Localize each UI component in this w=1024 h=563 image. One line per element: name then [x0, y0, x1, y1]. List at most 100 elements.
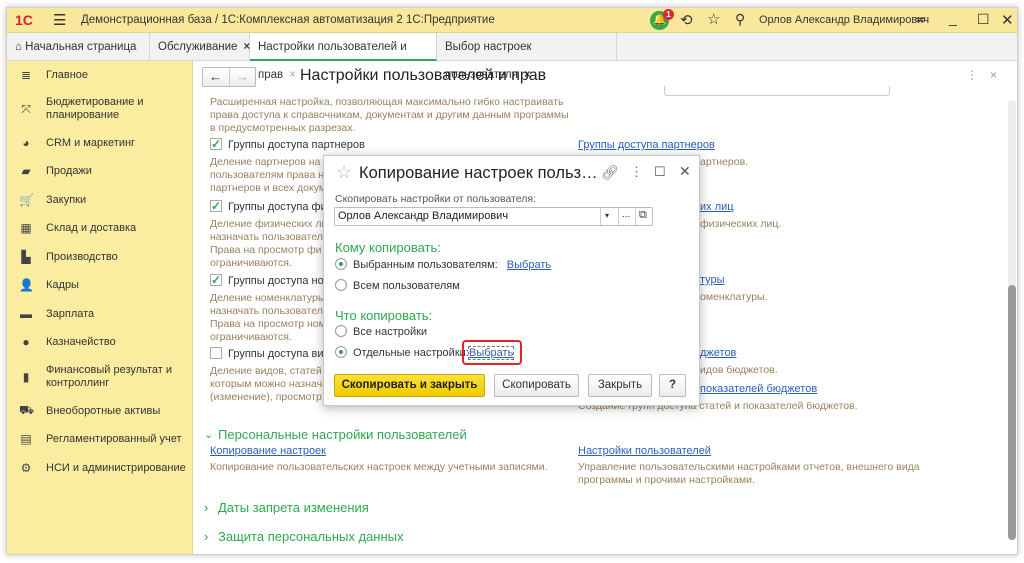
- access-group-desc: физических лиц.: [700, 218, 782, 230]
- group-description: которым можно назнача: [210, 378, 328, 390]
- checkbox-label: Группы доступа ном: [228, 275, 332, 287]
- main-menu-icon[interactable]: ☰: [53, 11, 66, 29]
- access-group-checkbox[interactable]: ✓ Группы доступа ном: [210, 274, 332, 287]
- menu-icon: ⚙: [20, 461, 32, 475]
- group-description: Права на просмотр фи: [210, 244, 322, 256]
- access-group-checkbox[interactable]: ✓ Группы доступа фи: [210, 200, 327, 213]
- link-icon[interactable]: 🔗︎: [601, 164, 619, 181]
- title-bar: 1С ☰ Демонстрационная база / 1С:Комплекс…: [7, 8, 1017, 33]
- checkbox[interactable]: ✓: [210, 138, 222, 151]
- radio-button[interactable]: [335, 325, 347, 338]
- divider: [635, 208, 636, 225]
- back-arrow-icon[interactable]: ←: [209, 69, 222, 84]
- sidebar-item-label: Казначейство: [46, 336, 116, 349]
- maximize-icon[interactable]: ☐: [977, 11, 990, 28]
- chevron-right-icon[interactable]: ›: [204, 500, 208, 515]
- sidebar-item[interactable]: ▮ Финансовый результат и контроллинг: [19, 364, 172, 390]
- sidebar-item[interactable]: ⚙ НСИ и администрирование: [19, 461, 186, 475]
- history-icon[interactable]: ⟲: [680, 11, 693, 29]
- sidebar-item-label: Кадры: [46, 279, 79, 292]
- settings-menu-icon[interactable]: ≂: [915, 11, 927, 28]
- current-user[interactable]: Орлов Александр Владимирович: [759, 14, 929, 26]
- more-menu-icon[interactable]: ⋮: [630, 164, 643, 180]
- access-group-checkbox[interactable]: Группы доступа вид: [210, 347, 330, 360]
- collapsed-section[interactable]: Защита персональных данных: [218, 529, 404, 544]
- user-settings-link[interactable]: Настройки пользователей: [578, 445, 711, 457]
- copy-and-close-button[interactable]: Скопировать и закрыть: [334, 374, 485, 397]
- select-users-link[interactable]: Выбрать: [507, 259, 551, 271]
- copy-settings-link[interactable]: Копирование настроек: [210, 445, 326, 457]
- tab-home[interactable]: ⌂ Начальная страница: [7, 33, 150, 61]
- section-personal-settings[interactable]: Персональные настройки пользователей: [218, 427, 467, 442]
- access-group-checkbox[interactable]: ✓ Группы доступа партнеров: [210, 138, 365, 151]
- close-dialog-icon[interactable]: ✕: [679, 163, 691, 180]
- home-icon: ⌂: [15, 41, 22, 53]
- scrollbar[interactable]: [1008, 100, 1016, 540]
- label: Зарплата: [46, 307, 95, 320]
- select-settings-link[interactable]: Выбрать: [467, 346, 515, 360]
- close-form-icon[interactable]: ×: [990, 68, 997, 82]
- sidebar-item[interactable]: ▤ Регламентированный учет: [19, 432, 181, 446]
- checkbox[interactable]: [210, 347, 222, 360]
- menu-icon: ≣: [20, 68, 32, 82]
- sidebar-item[interactable]: ⤧ Бюджетирование и планирование: [19, 96, 143, 122]
- scrollbar-thumb[interactable]: [1008, 285, 1016, 540]
- sidebar-item[interactable]: ▦ Склад и доставка: [19, 221, 136, 235]
- chevron-down-icon[interactable]: ⌄: [204, 428, 213, 441]
- search-icon[interactable]: ⚲: [735, 11, 745, 28]
- sidebar-item[interactable]: ▙ Производство: [19, 250, 117, 264]
- more-menu-icon[interactable]: ⋮: [966, 68, 978, 82]
- radio-all-users[interactable]: Всем пользователям: [335, 279, 460, 292]
- favorite-star-icon[interactable]: ☆: [336, 162, 352, 183]
- tab-select-settings[interactable]: Выбор настроек пользователя ×: [437, 33, 617, 81]
- radio-label: Все настройки: [353, 326, 428, 338]
- checkbox-label: Группы доступа партнеров: [228, 139, 365, 151]
- dropdown-arrow-icon[interactable]: ▾: [605, 211, 609, 220]
- radio-button[interactable]: [335, 346, 347, 359]
- menu-icon: ◕: [22, 136, 30, 150]
- radio-all-settings[interactable]: Все настройки: [335, 325, 428, 338]
- page-title: Настройки пользователей и прав: [300, 67, 547, 84]
- collapsed-section[interactable]: Даты запрета изменения: [218, 500, 369, 515]
- close-button[interactable]: Закрыть: [588, 374, 652, 397]
- sidebar-item[interactable]: ⛟ Внеоборотные активы: [19, 403, 160, 419]
- sidebar-item[interactable]: ● Казначейство: [19, 335, 116, 349]
- checkbox[interactable]: ✓: [210, 274, 222, 287]
- access-group-link[interactable]: джетов: [700, 347, 736, 359]
- checkbox[interactable]: ✓: [210, 200, 222, 213]
- help-button[interactable]: ?: [659, 374, 686, 397]
- access-group-desc: оменклатуры.: [700, 291, 768, 303]
- favorites-star-icon[interactable]: ☆: [707, 10, 720, 28]
- radio-selected-users[interactable]: Выбранным пользователям: Выбрать: [335, 258, 551, 271]
- minimize-icon[interactable]: _: [949, 10, 957, 26]
- group-description: Деление номенклатуры: [210, 292, 326, 304]
- access-groups-partners-link[interactable]: Группы доступа партнеров: [578, 139, 715, 151]
- access-group-link[interactable]: их лиц: [700, 201, 734, 213]
- sidebar-item[interactable]: ▰ Продажи: [19, 164, 92, 178]
- radio-some-settings[interactable]: Отдельные настройки:: [335, 346, 469, 359]
- maximize-icon[interactable]: ☐: [654, 164, 666, 180]
- sidebar-item-label: Финансовый результат и контроллинг: [46, 364, 172, 390]
- menu-icon: ▬: [20, 307, 32, 321]
- close-window-icon[interactable]: ✕: [1001, 11, 1014, 29]
- radio-button[interactable]: [335, 258, 347, 271]
- access-group-link[interactable]: показателей бюджетов: [700, 383, 817, 395]
- sidebar-item[interactable]: ≣ Главное: [19, 68, 88, 82]
- sidebar-item[interactable]: 🛒 Закупки: [19, 193, 86, 207]
- sidebar-item[interactable]: ◕ CRM и маркетинг: [19, 136, 135, 150]
- chevron-right-icon[interactable]: ›: [204, 529, 208, 544]
- open-icon[interactable]: ⧉: [639, 209, 647, 222]
- sidebar-item[interactable]: 👤 Кадры: [19, 278, 79, 292]
- divider: [229, 68, 230, 86]
- tab-maintenance[interactable]: Обслуживание ×: [150, 33, 250, 61]
- group-description: назначать пользовател: [210, 231, 323, 243]
- sidebar-item[interactable]: ▬ Зарплата: [19, 307, 94, 321]
- from-user-field[interactable]: Орлов Александр Владимирович ▾ ... ⧉: [334, 207, 653, 226]
- select-ellipsis-button[interactable]: ...: [622, 209, 630, 220]
- tab-user-settings[interactable]: Настройки пользователей и прав ×: [250, 33, 437, 81]
- forward-arrow-icon[interactable]: →: [236, 69, 249, 84]
- copy-button[interactable]: Скопировать: [494, 374, 579, 397]
- intro-text: права доступа к справочникам, документам…: [210, 109, 569, 121]
- access-group-link[interactable]: туры: [700, 274, 725, 286]
- radio-button[interactable]: [335, 279, 347, 292]
